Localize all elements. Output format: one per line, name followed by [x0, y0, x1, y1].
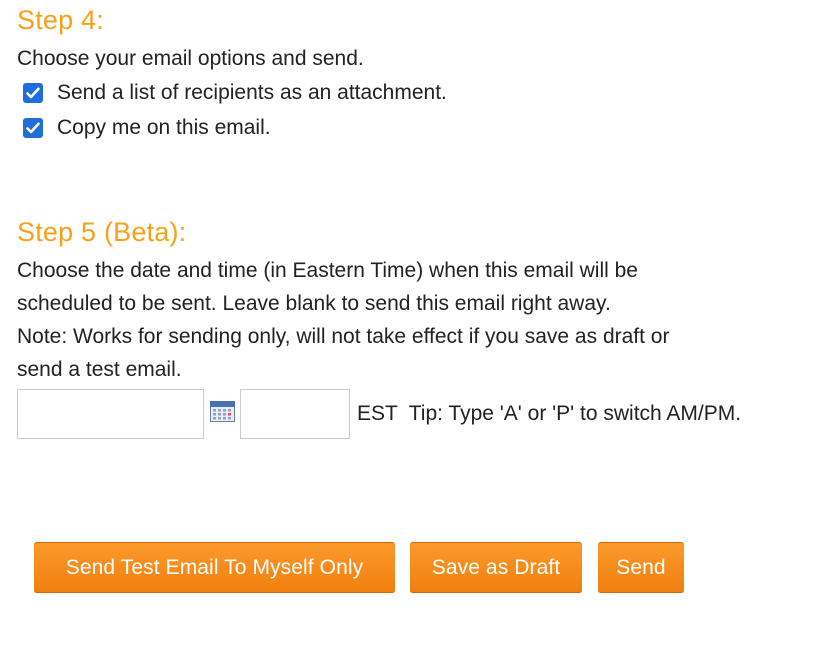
step5-note-line: send a test email. — [17, 358, 182, 381]
step4-title: Step 4: — [17, 5, 104, 35]
calendar-icon[interactable] — [210, 401, 235, 422]
step5-title: Step 5 (Beta): — [17, 217, 187, 247]
copy-me-checkbox[interactable] — [23, 118, 43, 138]
attach-recipients-checkbox[interactable] — [23, 83, 43, 103]
schedule-time-input[interactable] — [240, 389, 350, 439]
send-test-email-button[interactable]: Send Test Email To Myself Only — [34, 542, 395, 593]
save-draft-button[interactable]: Save as Draft — [410, 542, 582, 593]
step5-description-line: Choose the date and time (in Eastern Tim… — [17, 259, 638, 282]
copy-me-option[interactable]: Copy me on this email. — [23, 113, 271, 143]
schedule-date-input[interactable] — [17, 389, 204, 439]
step5-note-line: Note: Works for sending only, will not t… — [17, 325, 670, 348]
checkmark-icon — [26, 122, 40, 134]
attach-recipients-label: Send a list of recipients as an attachme… — [57, 81, 447, 104]
copy-me-label: Copy me on this email. — [57, 116, 271, 139]
step5-description-line: scheduled to be sent. Leave blank to sen… — [17, 292, 611, 315]
timezone-tip: EST Tip: Type 'A' or 'P' to switch AM/PM… — [357, 402, 742, 425]
attach-recipients-option[interactable]: Send a list of recipients as an attachme… — [23, 78, 447, 108]
send-button[interactable]: Send — [598, 542, 684, 593]
step4-description: Choose your email options and send. — [17, 47, 364, 70]
step5-description: Choose the date and time (in Eastern Tim… — [17, 254, 797, 386]
checkmark-icon — [26, 87, 40, 99]
